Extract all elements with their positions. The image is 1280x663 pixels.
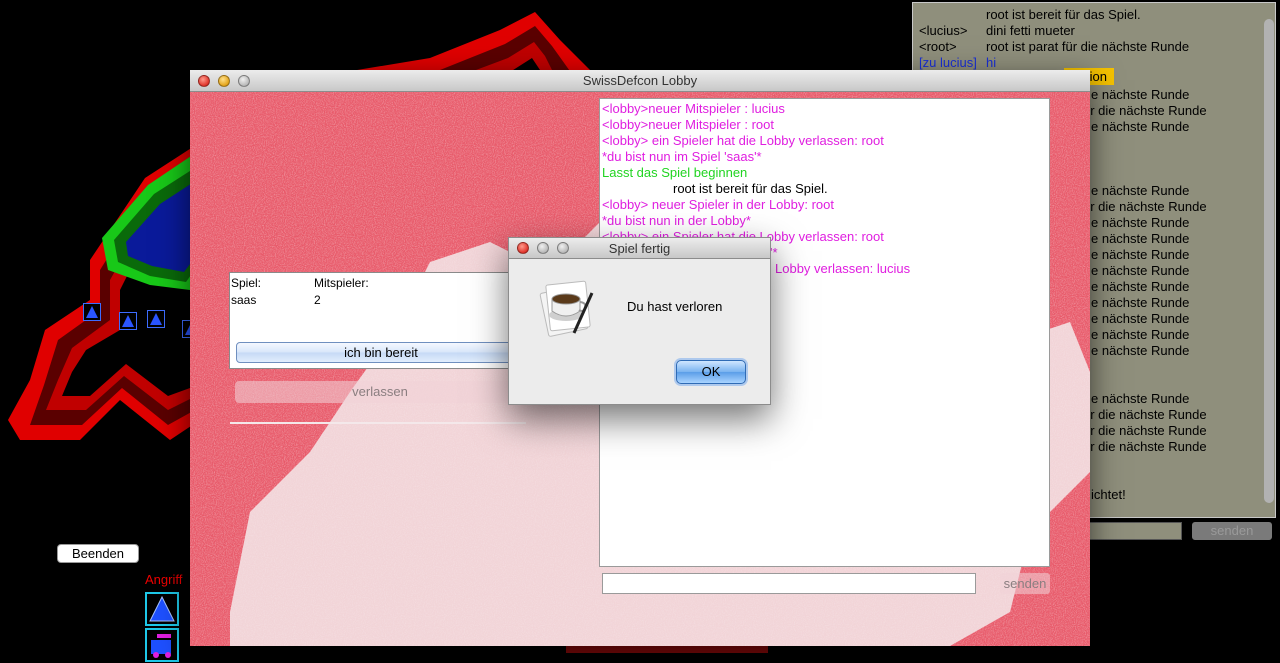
missile-icon	[149, 595, 175, 622]
quit-button[interactable]: Beenden	[57, 544, 139, 563]
dialog-title: Spiel fertig	[608, 241, 671, 256]
chat-line: e nächste Runde	[1091, 119, 1190, 134]
radar-truck-icon	[151, 634, 171, 658]
dialog-titlebar[interactable]: Spiel fertig	[509, 238, 770, 259]
chat-line: e nächste Runde	[1091, 183, 1190, 198]
unit-icon-3[interactable]	[147, 310, 165, 328]
chat-line: e nächste Runde	[1091, 279, 1190, 294]
missile-silo-icon	[150, 313, 162, 325]
chat-line: <lobby> neuer Spieler in der Lobby: root	[602, 197, 834, 212]
chat-line: e nächste Runde	[1091, 87, 1190, 102]
desktop: Beenden Angriff root ist bereit für das …	[0, 0, 1280, 663]
chat-line: e nächste Runde	[1091, 247, 1190, 262]
radar-weapon-button[interactable]	[145, 628, 179, 662]
java-coffee-icon	[539, 280, 594, 337]
chat-line: root ist bereit für das Spiel.	[673, 181, 828, 196]
chat-line: e nächste Runde	[1091, 295, 1190, 310]
game-name-cell: saas	[231, 293, 257, 307]
send-button[interactable]: senden	[1000, 573, 1050, 594]
chat-line: <lobby> ein Spieler hat die Lobby verlas…	[602, 133, 884, 148]
background-send-button[interactable]: senden	[1192, 522, 1272, 540]
missile-silo-icon	[122, 315, 134, 327]
chat-line: *du bist nun in der Lobby*	[602, 213, 751, 228]
chat-line: ür die nächste Runde	[1083, 423, 1207, 438]
chat-line-whisper: [zu lucius] hi	[919, 55, 997, 70]
chat-line: root ist bereit für das Spiel.	[986, 7, 1141, 22]
chat-line: e nächste Runde	[1091, 215, 1190, 230]
leave-button[interactable]: verlassen	[235, 381, 525, 403]
ready-button[interactable]: ich bin bereit	[236, 342, 526, 363]
chat-line: *du bist nun im Spiel 'saas'*	[602, 149, 762, 164]
chat-line: <lucius> dini fetti mueter	[919, 23, 1075, 38]
background-chat-input[interactable]	[1088, 522, 1182, 540]
column-header-players: Mitspieler:	[314, 276, 369, 290]
chat-line: ür die nächste Runde	[1083, 407, 1207, 422]
chat-line: ür die nächste Runde	[1083, 199, 1207, 214]
missile-weapon-button[interactable]	[145, 592, 179, 626]
column-header-game: Spiel:	[231, 276, 262, 290]
player-count-cell: 2	[314, 293, 321, 307]
lobby-titlebar[interactable]: SwissDefcon Lobby	[190, 70, 1090, 92]
dialog-message: Du hast verloren	[627, 299, 723, 314]
chat-line: <lobby>neuer Mitspieler : root	[602, 117, 774, 132]
chat-line: ür die nächste Runde	[1083, 439, 1207, 454]
chat-line: e nächste Runde	[1091, 231, 1190, 246]
chat-line: e nächste Runde	[1091, 263, 1190, 278]
lobby-title: SwissDefcon Lobby	[582, 73, 698, 88]
game-over-dialog: Spiel fertig Du hast verloren OK	[508, 237, 771, 405]
chat-line: e nächste Runde	[1091, 327, 1190, 342]
chat-line: e nächste Runde	[1091, 311, 1190, 326]
chat-line: ichtet!	[1091, 487, 1126, 502]
missile-silo-icon	[86, 306, 98, 318]
chat-line: Lasst das Spiel beginnen	[602, 165, 748, 180]
lobby-chat-input[interactable]	[602, 573, 976, 594]
chat-line: e nächste Runde	[1091, 391, 1190, 406]
unit-icon-1[interactable]	[83, 303, 101, 321]
chat-line: Lobby verlassen: lucius	[775, 261, 911, 276]
unit-icon-2[interactable]	[119, 312, 137, 330]
chat-line: <root> root ist parat für die nächste Run…	[919, 39, 1190, 54]
chat-scrollbar[interactable]	[1264, 19, 1274, 503]
chat-line: ür die nächste Runde	[1083, 103, 1207, 118]
bottom-status-bar	[566, 645, 768, 653]
chat-line: e nächste Runde	[1091, 343, 1190, 358]
chat-line: '*	[770, 245, 778, 260]
separator	[230, 422, 526, 424]
attack-label: Angriff	[145, 572, 183, 587]
chat-line: <lobby>neuer Mitspieler : lucius	[602, 101, 785, 116]
ok-button[interactable]: OK	[676, 360, 746, 384]
